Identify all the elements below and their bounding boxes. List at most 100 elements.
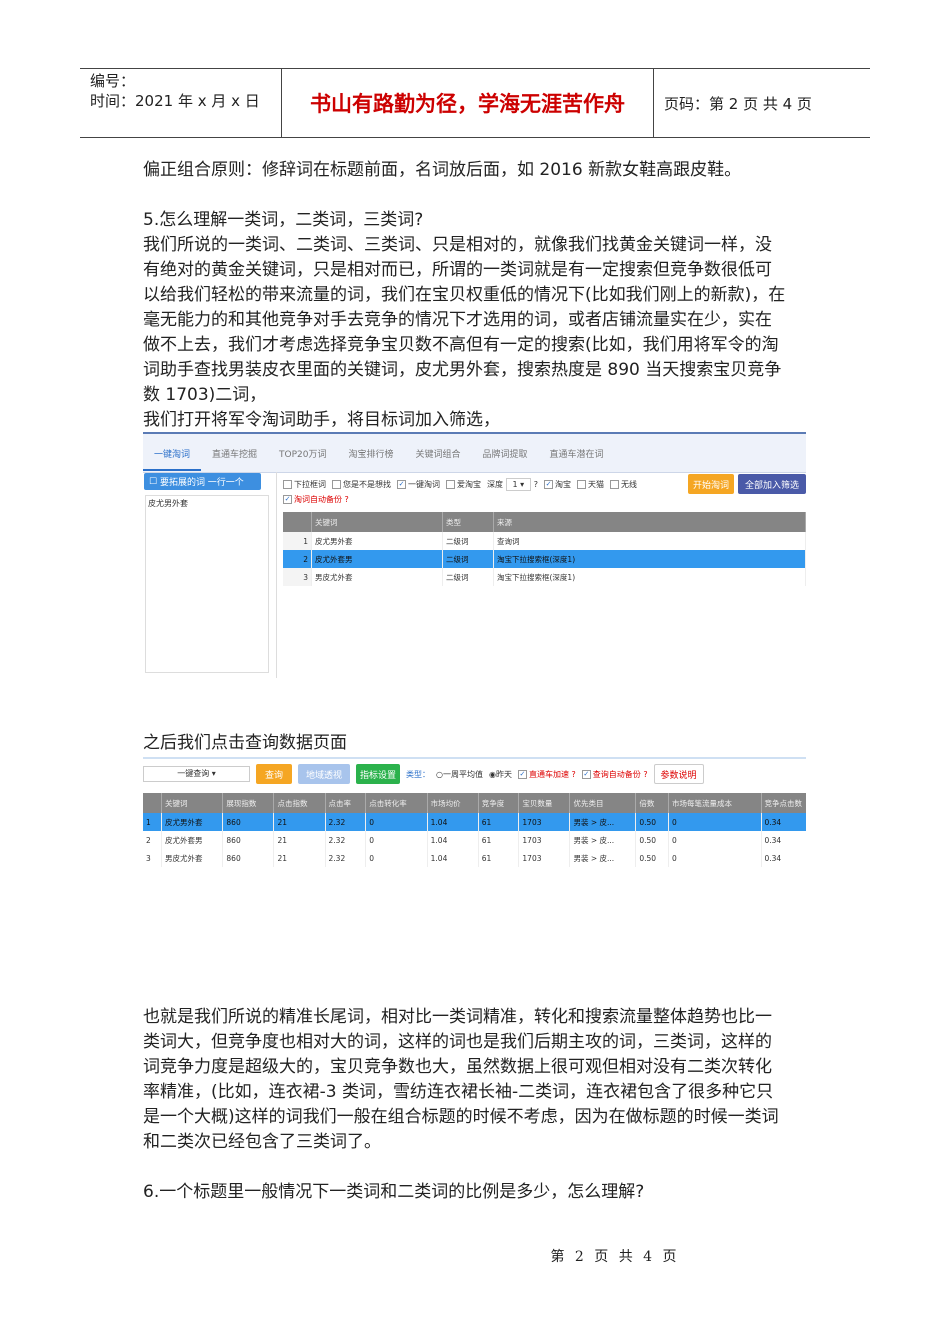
text-line: 词竞争力度是超级大的，宝贝竞争数也大，虽然数据上很可观但相对没有二类次转化: [143, 1057, 772, 1077]
cell-n: 3: [283, 568, 312, 586]
option-checkbox[interactable]: ✓ 一键淘词: [397, 479, 440, 490]
page-header: 编号： 时间：2021 年 x 月 x 日 书山有路勤为径，学海无涯苦作舟 页码…: [80, 68, 870, 138]
tab-0[interactable]: 一键淘词: [143, 447, 202, 471]
cell: 2.32: [325, 849, 367, 867]
screenshot-keyword-tool: 一键淘词 直通车挖掘 TOP20万词 淘宝排行榜 关键词组合 品牌词提取 直通车潜在词 ☐ …: [143, 432, 806, 678]
option-checkbox[interactable]: 无线: [610, 479, 637, 490]
query-select[interactable]: 一键查询 ▾: [143, 766, 250, 782]
text-line: 之后我们点击查询数据页面: [143, 733, 347, 753]
column-header[interactable]: 点击率: [325, 793, 367, 813]
cell-n: 1: [283, 532, 312, 550]
depth-select[interactable]: 深度 1 ▾ ?: [487, 477, 538, 491]
option-checkbox[interactable]: 您是不是想找: [332, 479, 391, 490]
text-line: 率精准，(比如，连衣裙-3 类词，雪纺连衣裙长袖-二类词，连衣裙包含了很多种它只: [143, 1082, 774, 1102]
radio-week[interactable]: ○一周平均值: [436, 769, 483, 780]
words-input[interactable]: 皮尤男外套: [145, 495, 269, 673]
screenshot-query-tool: 一键查询 ▾ 查询 地域透视 指标设置 类型： ○一周平均值 ◉昨天 ✓ 直通车加…: [143, 757, 806, 873]
tab-6[interactable]: 直通车潜在词: [539, 447, 615, 460]
page-footer: 第 2 页 共 4 页: [550, 1249, 680, 1265]
expand-words-button[interactable]: ☐ 要拓展的词 一行一个: [144, 473, 261, 490]
text-line: 做不上去，我们才考虑选择竞争宝贝数不高但有一定的搜索(比如，我们用将军令的淘: [143, 335, 779, 355]
paragraph-2: 5.怎么理解一类词，二类词，三类词? 我们所说的一类词、二类词、三类词、只是相对的…: [143, 208, 813, 433]
cell-kw: 皮尤外套男: [311, 550, 443, 568]
paragraph-5: 6.一个标题里一般情况下一类词和二类词的比例是多少，怎么理解?: [143, 1180, 813, 1205]
column-header[interactable]: 市场均价: [427, 793, 479, 813]
cell: 1703: [518, 849, 571, 867]
tab-1[interactable]: 直通车挖掘: [201, 447, 268, 460]
cell-kw: 皮尤男外套: [311, 532, 443, 550]
column-header[interactable]: 关键词: [161, 793, 224, 813]
cell: 61: [478, 813, 520, 831]
text-line: 词助手查找男装皮衣里面的关键词，皮尤男外套，搜索热度是 890 当天搜索宝贝竞争: [143, 360, 782, 380]
accel-checkbox[interactable]: ✓ 直通车加速 ?: [517, 769, 576, 780]
cell: 男装 > 皮...: [569, 831, 637, 849]
column-header[interactable]: 点击转化率: [365, 793, 428, 813]
tab-3[interactable]: 淘宝排行榜: [338, 447, 405, 460]
column-header[interactable]: 竞争度: [478, 793, 520, 813]
cell: 1: [143, 813, 162, 831]
cell: 21: [273, 849, 326, 867]
type-label: 类型：: [406, 769, 430, 779]
cell: 21: [273, 813, 326, 831]
paragraph-1: 偏正组合原则：修辞词在标题前面，名词放后面，如 2016 新款女鞋高跟皮鞋。: [143, 158, 813, 183]
keyword-table: 关键词 类型 来源 1 皮尤男外套 二级词 查询词 2 皮尤外套男 二级词 淘宝下拉搜索框(深度1…: [283, 512, 806, 586]
cell: 2: [143, 831, 162, 849]
cell: 男皮尤外套: [161, 849, 224, 867]
table-row[interactable]: 1 皮尤男外套 二级词 查询词: [283, 532, 806, 550]
table-row[interactable]: 3 男皮尤外套 二级词 淘宝下拉搜索框(深度1): [283, 568, 806, 586]
cell: 1.04: [427, 813, 479, 831]
option-checkbox[interactable]: 天猫: [577, 479, 604, 490]
backup-checkbox[interactable]: ✓ 淘词自动备份 ?: [283, 494, 806, 510]
cell-type: 二级词: [442, 550, 494, 568]
tab-2[interactable]: TOP20万词: [268, 447, 337, 460]
option-checkbox[interactable]: 下拉框词: [283, 479, 326, 490]
cell: 860: [222, 831, 275, 849]
cell: 2.32: [325, 831, 367, 849]
text-line: 毫无能力的和其他竞争对手去竞争的情况下才选用的词，或者店铺流量实在少，实在: [143, 310, 772, 330]
cell: 0.50: [635, 849, 670, 867]
table-row[interactable]: 2 皮尤外套男 二级词 淘宝下拉搜索框(深度1): [283, 550, 806, 568]
cell: 0.50: [635, 831, 670, 849]
region-button[interactable]: 地域透视: [298, 764, 350, 784]
tab-4[interactable]: 关键词组合: [405, 447, 472, 460]
text-line: 是一个大概)这样的词我们一般在组合标题的时候不考虑，因为在做标题的时候一类词: [143, 1107, 779, 1127]
column-header[interactable]: 优先类目: [569, 793, 637, 813]
cell: 0: [365, 813, 428, 831]
header-motto: 书山有路勤为径，学海无涯苦作舟: [282, 69, 654, 137]
cell: 1703: [518, 831, 571, 849]
column-header[interactable]: 点击指数: [273, 793, 326, 813]
cell-src: 淘宝下拉搜索框(深度1): [493, 550, 806, 568]
start-button[interactable]: 开始淘词: [688, 474, 734, 494]
backup-checkbox[interactable]: ✓ 查询自动备份 ?: [581, 769, 648, 780]
table-row[interactable]: 3 男皮尤外套 860 21 2.32 0 1.04 61 1703 男装 > 皮... 0.50 0…: [143, 849, 806, 867]
add-all-button[interactable]: 全部加入筛选: [738, 474, 806, 494]
radio-yesterday[interactable]: ◉昨天: [489, 769, 512, 780]
cell: 0.34: [761, 849, 806, 867]
column-header[interactable]: 竞争点击数: [761, 793, 806, 813]
cell: 1703: [518, 813, 571, 831]
cell: 0.50: [635, 813, 670, 831]
query-button[interactable]: 查询: [256, 764, 292, 784]
text-line: 也就是我们所说的精准长尾词，相对比一类词精准，转化和搜索流量整体趋势也比一: [143, 1007, 772, 1027]
cell: 61: [478, 831, 520, 849]
tab-5[interactable]: 品牌词提取: [472, 447, 539, 460]
cell: 3: [143, 849, 162, 867]
cell: 1.04: [427, 849, 479, 867]
metric-button[interactable]: 指标设置: [356, 764, 400, 784]
cell-kw: 男皮尤外套: [311, 568, 443, 586]
column-header[interactable]: 宝贝数量: [518, 793, 571, 813]
column-header[interactable]: 市场每笔流量成本: [668, 793, 762, 813]
cell: 男装 > 皮...: [569, 849, 637, 867]
param-button[interactable]: 参数说明: [653, 764, 704, 784]
text-line: 5.怎么理解一类词，二类词，三类词?: [143, 210, 424, 230]
text-line: 6.一个标题里一般情况下一类词和二类词的比例是多少，怎么理解?: [143, 1182, 645, 1202]
option-checkbox[interactable]: ✓ 淘宝: [544, 479, 571, 490]
cell: 皮尤外套男: [161, 831, 224, 849]
cell-src: 淘宝下拉搜索框(深度1): [493, 568, 806, 586]
option-checkbox[interactable]: 爱淘宝: [446, 479, 481, 490]
table-row[interactable]: 2 皮尤外套男 860 21 2.32 0 1.04 61 1703 男装 > 皮... 0.50 0…: [143, 831, 806, 849]
cell: 0: [668, 813, 762, 831]
column-header[interactable]: 展现指数: [222, 793, 275, 813]
table-row[interactable]: 1 皮尤男外套 860 21 2.32 0 1.04 61 1703 男装 > 皮... 0.50 0…: [143, 813, 806, 831]
column-header[interactable]: 倍数: [635, 793, 670, 813]
